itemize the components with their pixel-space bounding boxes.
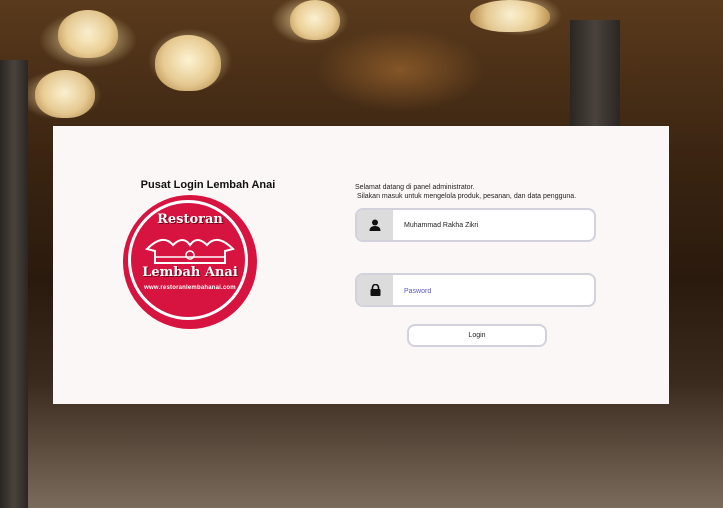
lock-icon-box — [357, 275, 393, 305]
user-icon-box — [357, 210, 393, 240]
lock-icon — [370, 284, 380, 296]
lamp-decor — [470, 0, 550, 32]
lamp-decor — [155, 35, 221, 91]
username-field[interactable]: Muhammad Rakha Zikri — [355, 208, 596, 242]
logo-text-restoran: Restoran — [157, 212, 223, 227]
password-input[interactable] — [402, 283, 586, 299]
logo-url: www.restoranlembahanai.com — [144, 285, 236, 291]
login-title: Pusat Login Lembah Anai — [140, 179, 276, 191]
lamp-decor — [290, 0, 340, 40]
lamp-decor — [58, 10, 118, 58]
rumah-gadang-roof-icon — [145, 238, 235, 264]
username-value[interactable]: Muhammad Rakha Zikri — [404, 210, 478, 240]
password-field[interactable] — [355, 273, 596, 307]
welcome-line-2: Silakan masuk untuk mengelola produk, pe… — [357, 193, 577, 200]
login-button[interactable]: Login — [407, 324, 547, 347]
user-icon — [369, 219, 381, 231]
welcome-line-1: Selamat datang di panel administrator. — [355, 184, 475, 191]
restaurant-logo: Restoran Lembah Anai www.restoranlembaha… — [123, 195, 257, 329]
lamp-decor — [35, 70, 95, 118]
logo-text-lembah-anai: Lembah Anai — [142, 265, 238, 280]
welcome-text: Selamat datang di panel administrator. S… — [355, 183, 615, 201]
stone-pillar-right — [570, 20, 620, 128]
stone-pillar-left — [0, 60, 28, 508]
